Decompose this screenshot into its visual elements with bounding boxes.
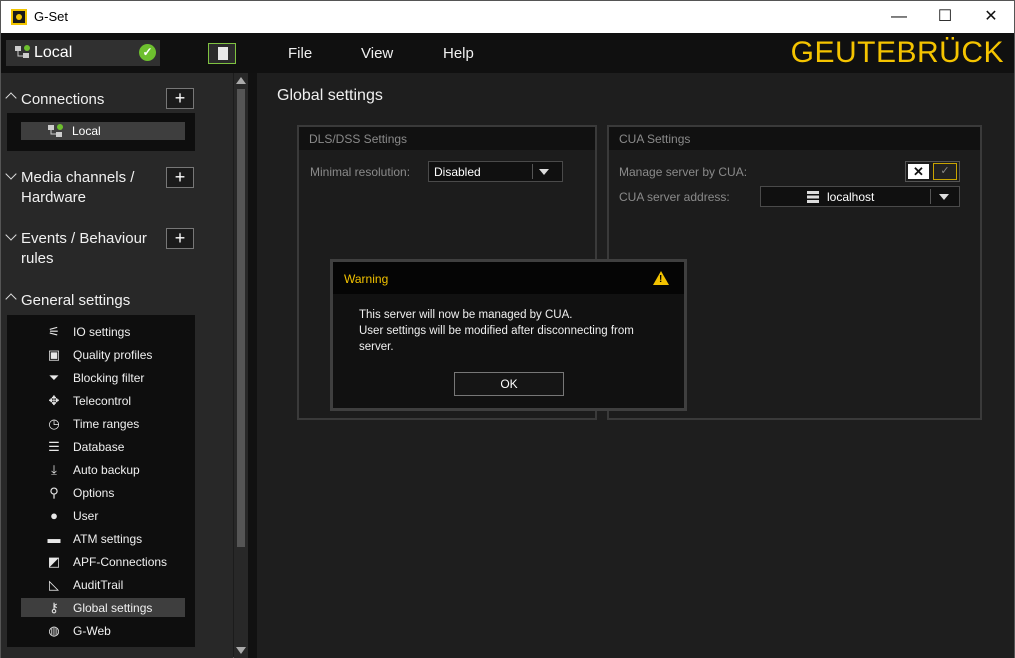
maximize-button[interactable]: ☐ [922, 1, 968, 33]
title-bar: G-Set — ☐ ✕ [1, 1, 1014, 33]
close-button[interactable]: ✕ [968, 1, 1014, 33]
menu-file[interactable]: File [288, 45, 312, 62]
page-title: Global settings [277, 87, 383, 104]
manage-by-cua-label: Manage server by CUA: [619, 165, 748, 179]
card-icon: ▬ [47, 531, 61, 546]
sidebar-item-auto-backup[interactable]: ⤓ Auto backup [21, 460, 185, 479]
minimize-button[interactable]: — [876, 1, 922, 33]
scroll-down-arrow-icon[interactable] [236, 647, 246, 654]
database-icon: ☰ [48, 439, 60, 454]
menu-view[interactable]: View [361, 45, 393, 62]
connection-item-label: Local [72, 124, 101, 138]
scrollbar-thumb[interactable] [237, 89, 245, 547]
add-media-channel-button[interactable]: + [166, 167, 194, 188]
section-label: General settings [21, 292, 131, 309]
sidebar-item-user[interactable]: ● User [21, 506, 185, 525]
dialog-message-line: This server will now be managed by CUA. [359, 309, 573, 321]
sidebar-item-blocking-filter[interactable]: ⏷ Blocking filter [21, 368, 185, 387]
app-logo-icon [11, 9, 27, 25]
cua-address-label: CUA server address: [619, 190, 730, 204]
window-title: G-Set [34, 9, 68, 24]
sidebar-item-quality-profiles[interactable]: ▣ Quality profiles [21, 345, 185, 364]
network-icon [48, 124, 63, 137]
dialog-message-line: User settings will be modified after dis… [359, 325, 634, 353]
save-button[interactable] [208, 43, 236, 64]
add-event-button[interactable]: + [166, 228, 194, 249]
sidebar-scrollbar[interactable] [234, 73, 248, 658]
splitter[interactable] [248, 73, 257, 658]
chevron-down-icon [939, 194, 949, 200]
dropdown-value: localhost [827, 190, 875, 204]
toggle-on-check-icon[interactable]: ✓ [933, 163, 957, 180]
menu-bar: Local ✓ File View Help GEUTEBRÜCK [1, 33, 1014, 73]
brand-logo: GEUTEBRÜCK [790, 36, 1004, 69]
user-icon: ● [50, 508, 58, 523]
dropdown-value: Disabled [434, 165, 481, 179]
dropdown-divider [930, 189, 931, 204]
sidebar-item-options[interactable]: ⚲ Options [21, 483, 185, 502]
save-document-icon [218, 47, 228, 60]
chevron-down-icon [539, 169, 549, 175]
connected-check-icon: ✓ [139, 44, 156, 61]
key-icon: ⚷ [49, 600, 59, 615]
panel-title: DLS/DSS Settings [299, 127, 595, 150]
network-icon [15, 45, 30, 58]
audit-chart-icon: ◺ [49, 577, 59, 592]
connection-label: Local [34, 44, 73, 61]
toggle-off-x-icon[interactable]: ✕ [908, 164, 929, 179]
sidebar-item-g-web[interactable]: ◍ G-Web [21, 621, 185, 640]
warning-triangle-icon: ! [653, 271, 669, 285]
sidebar-item-database[interactable]: ☰ Database [21, 437, 185, 456]
ok-button[interactable]: OK [454, 372, 564, 396]
dropdown-divider [532, 164, 533, 179]
clock-icon: ◷ [48, 416, 60, 431]
server-icon [807, 191, 819, 203]
io-icon: ⚟ [48, 324, 60, 339]
cua-address-dropdown[interactable]: localhost [760, 186, 960, 207]
star-document-icon: ▣ [47, 347, 61, 362]
dialog-title: Warning [344, 272, 389, 286]
menu-help[interactable]: Help [443, 45, 474, 62]
move-arrows-icon: ✥ [48, 393, 60, 408]
min-resolution-dropdown[interactable]: Disabled [428, 161, 563, 182]
sidebar-item-global-settings[interactable]: ⚷ Global settings [21, 598, 185, 617]
section-label: Events / Behaviour rules [21, 230, 147, 267]
dialog-message: This server will now be managed by CUA. … [359, 307, 659, 355]
sidebar-item-apf-connections[interactable]: ◩ APF-Connections [21, 552, 185, 571]
sidebar-item-time-ranges[interactable]: ◷ Time ranges [21, 414, 185, 433]
filter-icon: ⏷ [48, 370, 60, 385]
add-connection-button[interactable]: + [166, 88, 194, 109]
sidebar-item-audittrail[interactable]: ◺ AuditTrail [21, 575, 185, 594]
manage-by-cua-toggle[interactable]: ✕ ✓ [905, 161, 960, 182]
sidebar-item-io-settings[interactable]: ⚟ IO settings [21, 322, 185, 341]
app-window: G-Set — ☐ ✕ Local ✓ File View Help GEUTE… [0, 0, 1015, 658]
download-icon: ⤓ [51, 462, 57, 477]
section-label: Connections [21, 91, 105, 108]
globe-icon: ◍ [48, 623, 60, 638]
sidebar-item-atm-settings[interactable]: ▬ ATM settings [21, 529, 185, 548]
panel-title: CUA Settings [609, 127, 980, 150]
connection-selector[interactable]: Local ✓ [6, 40, 160, 66]
apf-connection-icon: ◩ [47, 554, 61, 569]
warning-dialog: Warning ! This server will now be manage… [330, 259, 687, 411]
connection-item-local[interactable]: Local [21, 122, 185, 140]
scroll-up-arrow-icon[interactable] [236, 77, 246, 84]
wrench-icon: ⚲ [49, 485, 59, 500]
section-label: Media channels / Hardware [21, 169, 135, 206]
sidebar-item-telecontrol[interactable]: ✥ Telecontrol [21, 391, 185, 410]
dialog-header: Warning ! [333, 262, 684, 294]
min-resolution-label: Minimal resolution: [310, 165, 411, 179]
